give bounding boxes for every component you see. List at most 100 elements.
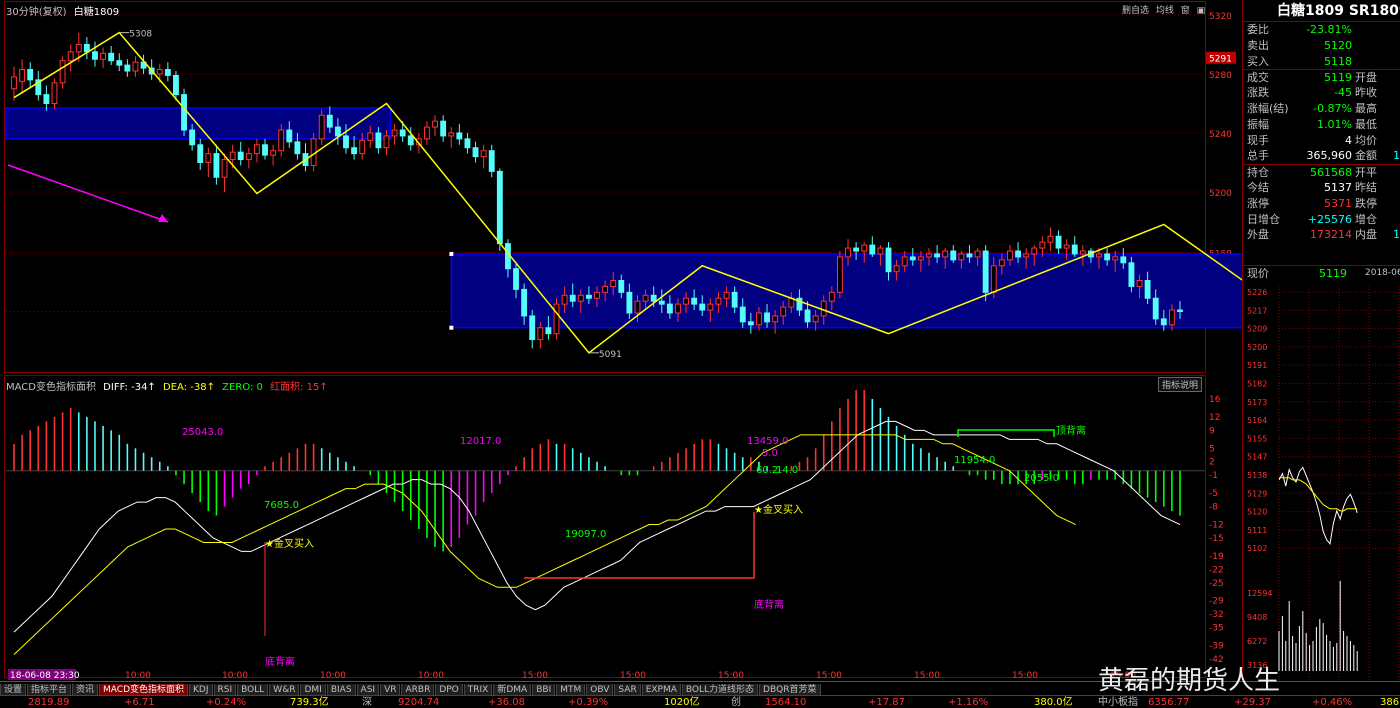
status-item: +6.71	[124, 697, 155, 708]
candle-body	[173, 74, 179, 96]
mini-price-tick: 5217	[1247, 306, 1267, 315]
indicator-tab[interactable]: RSI	[213, 684, 237, 695]
indicator-tab[interactable]: MTM	[556, 684, 586, 695]
chart-header: 30分钟(复权) 白糖1809	[6, 3, 119, 18]
price-axis-tick: 5200	[1209, 189, 1232, 199]
indicator-tab[interactable]: VR	[380, 684, 401, 695]
candle-body	[1168, 309, 1175, 326]
trend-arrow-head	[158, 214, 168, 222]
indicator-tab[interactable]: DMI	[300, 684, 326, 695]
candle-body	[836, 256, 843, 293]
quote-now-label: 现价	[1247, 267, 1269, 281]
mini-price-tick: 5164	[1247, 416, 1267, 425]
mini-price-tick: 5200	[1247, 343, 1267, 352]
candle-body	[334, 126, 341, 137]
indicator-tab[interactable]: 资讯	[72, 684, 99, 695]
candle-body	[666, 303, 673, 314]
mini-volume-tick: 6272	[1247, 637, 1267, 646]
mini-price-tick: 5173	[1247, 398, 1267, 407]
zone-handle	[449, 251, 454, 256]
quote-label-2: 金额	[1355, 149, 1377, 163]
candle-body	[537, 327, 544, 341]
indicator-tab[interactable]: KDJ	[189, 684, 213, 695]
quote-label: 成交	[1247, 71, 1269, 85]
quote-value: 561568	[1310, 166, 1352, 180]
candle-body	[1136, 280, 1143, 287]
indicator-tab[interactable]: BOLL力道线形态	[681, 684, 759, 695]
candle-body	[132, 61, 139, 72]
candle-body	[391, 129, 398, 137]
divergence-label: 底背离	[754, 598, 784, 611]
indicator-tab[interactable]: SAR	[614, 684, 641, 695]
indicator-tab[interactable]: ASI	[356, 684, 380, 695]
indicator-tab[interactable]: BOLL	[237, 684, 269, 695]
indicator-tab[interactable]: ARBR	[401, 684, 435, 695]
maximize-icon[interactable]: ▣	[1197, 6, 1206, 16]
status-item: 1020亿	[664, 697, 700, 708]
candle-body	[367, 132, 374, 141]
window-button[interactable]: 窗	[1181, 6, 1190, 16]
quote-label-2: 开平	[1355, 166, 1377, 180]
x-axis-tick: 10:00	[222, 671, 248, 681]
candle-body	[278, 129, 285, 152]
candle-body	[561, 294, 568, 305]
extreme-annotation: 5091	[599, 350, 622, 360]
period-label: 30分钟(复权)	[6, 7, 67, 18]
remove-watchlist-button[interactable]: 删自选	[1122, 6, 1149, 16]
candle-body	[1007, 250, 1013, 261]
divergence-label: 顶背离	[1056, 424, 1086, 437]
indicator-tab[interactable]: DBQR首芳菜	[759, 684, 821, 695]
current-price-label: 5291	[1209, 55, 1232, 65]
status-item: 创	[731, 697, 741, 708]
quote-now-date: 2018-06	[1365, 268, 1400, 279]
indicator-tab[interactable]: BBI	[532, 684, 556, 695]
indicator-tab[interactable]: EXPMA	[641, 684, 681, 695]
indicator-tab[interactable]: BIAS	[326, 684, 356, 695]
indicator-tab[interactable]: TRIX	[463, 684, 493, 695]
quote-row: 现手 4 均价	[1243, 133, 1400, 149]
mini-price-tick: 5120	[1247, 508, 1267, 517]
indicator-tab[interactable]: DPO	[435, 684, 463, 695]
macd-area-label: 7685.0	[264, 500, 299, 511]
indicator-help-button[interactable]: 指标说明	[1158, 377, 1203, 392]
indicator-tab[interactable]: W&R	[269, 684, 300, 695]
candle-body	[456, 132, 463, 140]
consolidation-zone	[5, 107, 392, 140]
top-toolbar: 删自选 均线 窗 ▣	[1122, 3, 1205, 16]
ma-toggle-button[interactable]: 均线	[1156, 6, 1174, 16]
indicator-tab[interactable]: 设置	[0, 684, 27, 695]
candle-body	[100, 52, 106, 60]
quote-row: 卖出 5120	[1243, 38, 1400, 54]
quote-label: 卖出	[1247, 38, 1269, 52]
candle-body	[245, 153, 252, 161]
macd-area-label: 5.0	[762, 448, 778, 459]
quote-value-2: 1	[1393, 228, 1400, 242]
quote-label: 买入	[1247, 54, 1269, 68]
macd-area-label: 2055.0	[1024, 473, 1059, 484]
indicator-tab[interactable]: MACD变色指标面积	[99, 684, 189, 695]
indicator-tab[interactable]: OBV	[586, 684, 614, 695]
main-chart[interactable]: 5320528052405200515951195291530850915159…	[0, 0, 1242, 681]
candle-body	[594, 291, 600, 299]
macd-axis-tick: -35	[1209, 624, 1224, 634]
mini-volume-tick: 12594	[1247, 589, 1272, 598]
macd-axis-tick: 5	[1209, 444, 1215, 454]
quote-label: 日增仓	[1247, 212, 1280, 226]
candle-body	[440, 120, 447, 137]
quote-label-2: 最低	[1355, 117, 1377, 131]
candle-body	[424, 126, 430, 140]
candle-body	[11, 76, 17, 90]
indicator-tab[interactable]: 新DMA	[493, 684, 532, 695]
quote-value: 4	[1345, 133, 1352, 147]
candle-body	[205, 153, 212, 163]
candle-body	[237, 151, 244, 161]
mini-volume-tick: 9408	[1247, 613, 1267, 622]
x-axis-tick: 10:00	[125, 671, 151, 681]
candle-body	[569, 294, 576, 302]
candle-body	[407, 135, 414, 146]
indicator-tab[interactable]: 指标平台	[27, 684, 72, 695]
candle-body	[1055, 235, 1062, 249]
candle-body	[634, 300, 641, 314]
macd-dea: DEA: -38↑	[163, 382, 215, 393]
macd-axis-tick: 2	[1209, 458, 1215, 468]
